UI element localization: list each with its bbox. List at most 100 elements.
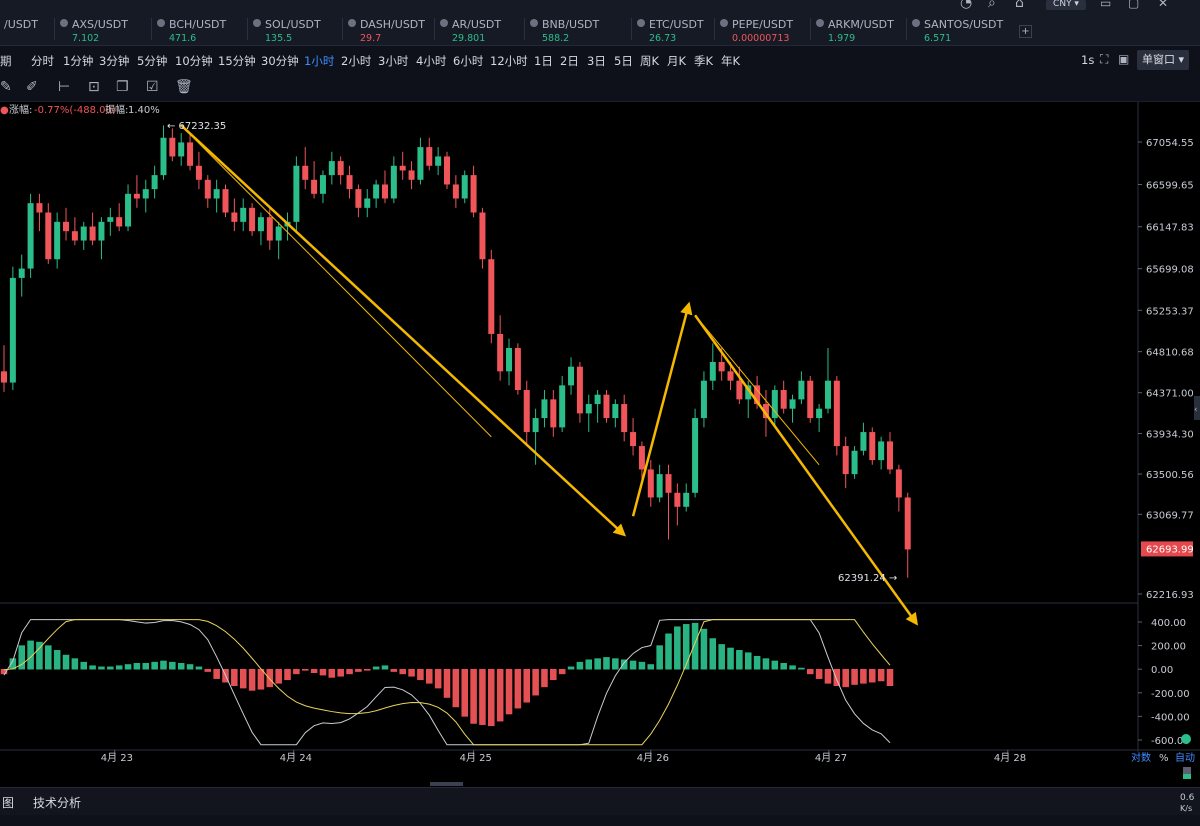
connection-status-icon xyxy=(1181,734,1191,744)
candle-body xyxy=(240,207,247,222)
interval-option[interactable]: 季K xyxy=(694,53,713,69)
info-marker-icon: ● xyxy=(0,105,9,116)
candle-body xyxy=(373,184,380,199)
interval-option[interactable]: 1小时 xyxy=(304,53,334,69)
ticker-price: 29.7 xyxy=(360,33,382,44)
macd-bar xyxy=(98,666,105,670)
scale-log-button[interactable]: 对数 xyxy=(1131,751,1151,764)
interval-option[interactable]: 分时 xyxy=(31,53,54,69)
macd-bar xyxy=(718,644,725,670)
coin-icon xyxy=(530,19,538,27)
macd-bar xyxy=(257,668,265,690)
interval-option[interactable]: 12小时 xyxy=(490,53,528,69)
lock-icon[interactable]: ⊡ xyxy=(88,79,100,95)
macd-bar xyxy=(177,663,185,670)
scale-percent-button[interactable]: % xyxy=(1159,753,1169,764)
bell-icon[interactable]: ◔ xyxy=(960,0,972,11)
interval-option[interactable]: 3分钟 xyxy=(99,53,129,69)
window-restore-icon[interactable]: ▭ xyxy=(1100,0,1111,10)
date-tick-label: 4月 26 xyxy=(637,752,669,764)
window-max-icon[interactable]: ▢ xyxy=(1128,0,1139,10)
interval-option[interactable]: 6小时 xyxy=(453,53,483,69)
candle-body xyxy=(656,474,663,498)
macd-bar xyxy=(355,668,362,672)
ticker-symbol: ETC/USDT xyxy=(649,18,704,31)
candle-body xyxy=(293,165,300,222)
pen-icon[interactable]: ✎ xyxy=(0,79,12,95)
horizontal-scrollbar[interactable] xyxy=(430,782,463,786)
candle-body xyxy=(125,193,132,227)
price-tick-label: 63069.77 xyxy=(1146,510,1194,521)
coin-icon xyxy=(637,19,645,27)
interval-option[interactable]: 年K xyxy=(721,53,740,69)
ticker-divider xyxy=(434,18,435,40)
interval-option[interactable]: 月K xyxy=(667,53,686,69)
interval-option[interactable]: 10分钟 xyxy=(175,53,213,69)
interval-option[interactable]: 3日 xyxy=(587,53,606,69)
price-tick-label: 65699.08 xyxy=(1146,265,1194,276)
candle-body xyxy=(559,385,566,428)
interval-option[interactable]: 3小时 xyxy=(378,53,408,69)
window-close-icon[interactable]: ✕ xyxy=(1158,0,1168,10)
add-symbol-button[interactable]: + xyxy=(1019,25,1032,38)
search-icon[interactable]: ⌕ xyxy=(988,0,996,11)
interval-option[interactable]: 5分钟 xyxy=(137,53,167,69)
macd-bar xyxy=(727,647,734,670)
candle-body xyxy=(789,399,796,409)
interval-option[interactable]: 2小时 xyxy=(341,53,371,69)
ruler-icon[interactable]: ⊢ xyxy=(58,79,70,95)
macd-bar xyxy=(541,668,548,688)
macd-bar xyxy=(753,655,761,670)
macd-bar xyxy=(629,660,637,670)
interval-option[interactable]: 2日 xyxy=(560,53,579,69)
macd-bar xyxy=(124,664,132,670)
candle-body xyxy=(435,156,442,166)
price-tick-label: 65253.37 xyxy=(1146,306,1194,317)
interval-option[interactable]: 1日 xyxy=(534,53,553,69)
candle-body xyxy=(257,217,264,232)
brush-icon[interactable]: ✐ xyxy=(26,79,38,95)
macd-bar xyxy=(691,622,699,670)
interval-option[interactable]: 期 xyxy=(0,53,12,69)
candle-body xyxy=(488,259,495,334)
candle-body xyxy=(780,390,787,409)
candle-body xyxy=(390,165,397,199)
ticker-price: 26.73 xyxy=(649,33,677,44)
ticker-symbol: ARKM/USDT xyxy=(828,18,894,31)
interval-option[interactable]: 周K xyxy=(640,53,659,69)
tab-technical-analysis[interactable]: 技术分析 xyxy=(33,794,81,811)
ticker-price: 29.801 xyxy=(452,33,486,44)
currency-select[interactable]: CNY ▾ xyxy=(1046,0,1086,10)
interval-option[interactable]: 15分钟 xyxy=(218,53,256,69)
chevron-left-icon: ‹ xyxy=(1194,405,1198,415)
tab-chart[interactable]: 图 xyxy=(2,794,14,811)
edit-icon[interactable]: ☑ xyxy=(146,79,159,95)
interval-option[interactable]: 4小时 xyxy=(416,53,446,69)
macd-bar xyxy=(337,668,344,677)
window-mode-button[interactable]: 单窗口 ▾ xyxy=(1137,50,1189,70)
macd-bar xyxy=(62,654,70,670)
copy-icon[interactable]: ❐ xyxy=(116,79,129,95)
coin-icon xyxy=(440,19,448,27)
candle-body xyxy=(187,142,194,166)
interval-option[interactable]: 5日 xyxy=(614,53,633,69)
macd-bar xyxy=(417,668,424,681)
scale-auto-button[interactable]: 自动 xyxy=(1175,751,1195,764)
interval-option[interactable]: 30分钟 xyxy=(261,53,299,69)
candle-body xyxy=(692,418,699,493)
side-collapse-handle[interactable]: ‹ xyxy=(1194,396,1200,420)
macd-bar xyxy=(860,668,867,684)
macd-bar xyxy=(612,658,619,670)
fullscreen-icon[interactable]: ⛶ xyxy=(1100,52,1108,67)
settings-icon[interactable]: ▣ xyxy=(1118,52,1129,66)
interval-option[interactable]: 1分钟 xyxy=(63,53,93,69)
macd-tick-label: -400.00 xyxy=(1151,712,1190,723)
candle-body xyxy=(904,497,911,550)
price-chart[interactable]: ● 涨幅: -0.77%(-488.00) 振幅: 1.40% ← 67232.… xyxy=(0,102,1200,787)
trash-icon[interactable]: 🗑 xyxy=(175,79,193,95)
ticker-divider xyxy=(631,18,632,40)
low-label: 62391.24 → xyxy=(838,573,897,584)
home-icon[interactable]: ⌂ xyxy=(1015,0,1024,11)
refresh-rate[interactable]: 1s xyxy=(1081,53,1094,67)
macd-bar xyxy=(744,652,752,670)
